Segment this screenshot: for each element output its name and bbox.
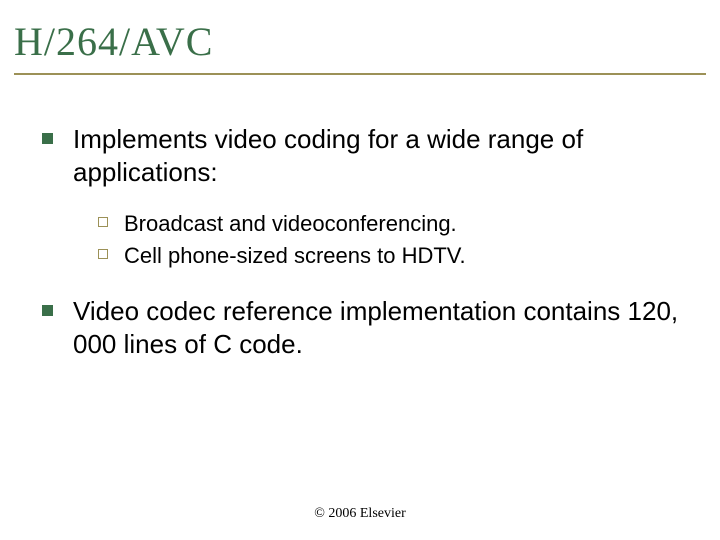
sub-list-item: Broadcast and videoconferencing. — [98, 210, 692, 238]
square-bullet-icon — [42, 133, 53, 144]
copyright-footer: © 2006 Elsevier — [0, 506, 720, 522]
list-item: Video codec reference implementation con… — [42, 295, 692, 360]
slide-content: Implements video coding for a wide range… — [0, 75, 720, 360]
sub-list-item-text: Cell phone-sized screens to HDTV. — [124, 242, 466, 270]
list-item: Implements video coding for a wide range… — [42, 123, 692, 188]
list-item-text: Implements video coding for a wide range… — [73, 123, 692, 188]
list-item-text: Video codec reference implementation con… — [73, 295, 692, 360]
sub-list-item-text: Broadcast and videoconferencing. — [124, 210, 457, 238]
sub-list-item: Cell phone-sized screens to HDTV. — [98, 242, 692, 270]
slide-title: H/264/AVC — [14, 18, 706, 65]
hollow-square-bullet-icon — [98, 217, 108, 227]
sub-list: Broadcast and videoconferencing. Cell ph… — [98, 210, 692, 269]
square-bullet-icon — [42, 305, 53, 316]
hollow-square-bullet-icon — [98, 249, 108, 259]
